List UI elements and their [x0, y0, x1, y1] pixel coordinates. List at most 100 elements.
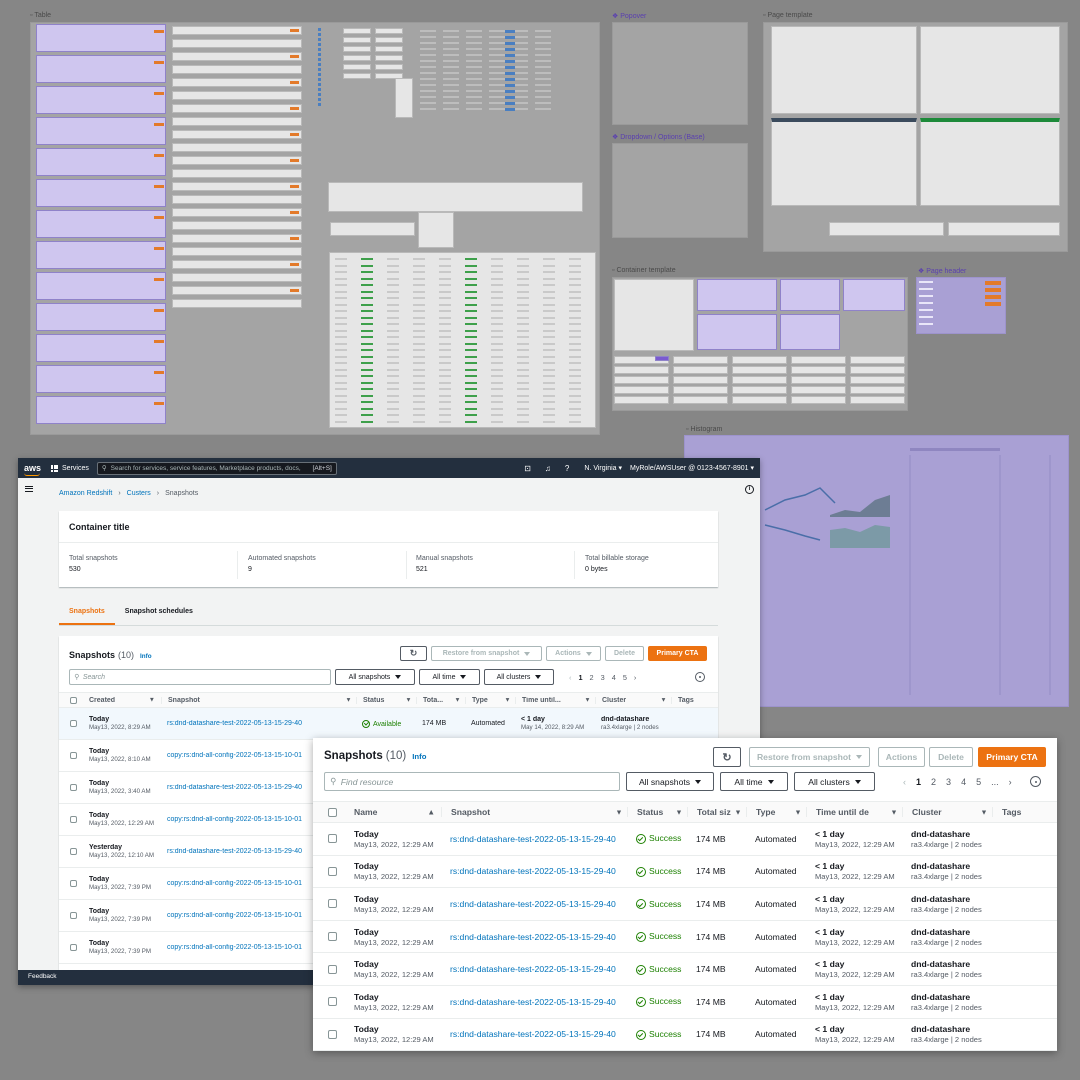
column-header-4[interactable]: Type ▾ — [465, 696, 515, 704]
select-all-checkbox[interactable] — [327, 807, 337, 817]
column-header-1[interactable]: Snapshot ▾ — [161, 696, 356, 704]
snapshot-link[interactable]: rs:dnd-datashare-test-2022-05-13-15-29-4… — [167, 848, 302, 855]
row-checkbox[interactable] — [327, 899, 337, 909]
filter-select-2[interactable]: All clusters — [484, 669, 554, 685]
table-row[interactable]: Today May13, 2022, 12:29 AM rs:dnd-datasha… — [313, 856, 1057, 889]
actions-button[interactable]: Actions — [878, 747, 925, 767]
feedback-link[interactable]: Feedback — [28, 973, 57, 980]
chevron-right-icon[interactable]: › — [634, 673, 636, 682]
info-link[interactable]: Info — [412, 752, 426, 761]
page-4-button[interactable]: 4 — [961, 777, 966, 787]
column-header-1[interactable]: Snapshot ▾ — [441, 807, 627, 817]
snapshot-link[interactable]: rs:dnd-datashare-test-2022-05-13-15-29-4… — [167, 720, 302, 727]
row-checkbox[interactable] — [327, 964, 337, 974]
page-1-button[interactable]: 1 — [916, 777, 921, 787]
column-header-6[interactable]: Cluster ▾ — [595, 696, 671, 704]
refresh-button[interactable]: ↻ — [400, 646, 427, 661]
table-row[interactable]: Today May13, 2022, 12:29 AM rs:dnd-datasha… — [313, 986, 1057, 1019]
column-header-5[interactable]: Time until de ▾ — [806, 807, 902, 817]
snapshot-link[interactable]: copy:rs:dnd-all-config-2022-05-13-15-10-… — [167, 816, 302, 823]
chevron-left-icon[interactable]: ‹ — [569, 673, 571, 682]
page-2-button[interactable]: 2 — [590, 673, 594, 682]
terminal-icon[interactable]: ⊡ — [524, 464, 531, 473]
global-search[interactable]: ⚲ Search for services, service features,… — [96, 461, 337, 475]
filter-select-1[interactable]: All time — [419, 669, 480, 685]
row-checkbox[interactable] — [69, 912, 77, 919]
restore-button[interactable]: Restore from snapshot — [431, 646, 542, 661]
column-header-0[interactable]: Name ▲ — [345, 807, 441, 817]
table-row[interactable]: Today May13, 2022, 12:29 AM rs:dnd-datasha… — [313, 888, 1057, 921]
row-checkbox[interactable] — [69, 752, 77, 759]
row-checkbox[interactable] — [69, 816, 77, 823]
filter-select-2[interactable]: All clusters — [794, 772, 875, 791]
row-checkbox[interactable] — [327, 834, 337, 844]
snapshot-link[interactable]: rs:dnd-datashare-test-2022-05-13-15-29-4… — [450, 964, 616, 974]
snapshot-link[interactable]: rs:dnd-datashare-test-2022-05-13-15-29-4… — [450, 997, 616, 1007]
column-header-3[interactable]: Tota... ▾ — [416, 696, 465, 704]
table-row[interactable]: Today May13, 2022, 12:29 AM rs:dnd-datasha… — [313, 823, 1057, 856]
snapshot-link[interactable]: rs:dnd-datashare-test-2022-05-13-15-29-4… — [450, 899, 616, 909]
page-1-button[interactable]: 1 — [578, 673, 582, 682]
hamburger-icon[interactable] — [25, 486, 33, 492]
services-menu[interactable]: Services — [51, 464, 89, 472]
row-checkbox[interactable] — [69, 848, 77, 855]
filter-select-1[interactable]: All time — [720, 772, 788, 791]
page-2-button[interactable]: 2 — [931, 777, 936, 787]
account-menu[interactable]: MyRole/AWSUser @ 0123-4567-8901 ▾ — [630, 464, 754, 472]
gear-icon[interactable] — [1030, 776, 1041, 787]
column-header-0[interactable]: Created ▼ — [83, 697, 161, 704]
actions-button[interactable]: Actions — [546, 646, 601, 661]
snapshot-link[interactable]: rs:dnd-datashare-test-2022-05-13-15-29-4… — [450, 834, 616, 844]
column-header-2[interactable]: Status ▾ — [627, 807, 687, 817]
snapshot-link[interactable]: copy:rs:dnd-all-config-2022-05-13-15-10-… — [167, 912, 302, 919]
row-checkbox[interactable] — [327, 866, 337, 876]
info-link[interactable]: Info — [140, 653, 152, 660]
table-row[interactable]: Today May13, 2022, 12:29 AM rs:dnd-datasha… — [313, 953, 1057, 986]
row-checkbox[interactable] — [327, 1029, 337, 1039]
breadcrumb-clusters[interactable]: Custers — [127, 490, 151, 497]
primary-cta-button[interactable]: Primary CTA — [648, 646, 707, 661]
primary-cta-button[interactable]: Primary CTA — [978, 747, 1046, 767]
help-icon[interactable]: ? — [565, 464, 569, 473]
snapshot-link[interactable]: rs:dnd-datashare-test-2022-05-13-15-29-4… — [167, 784, 302, 791]
row-checkbox[interactable] — [69, 880, 77, 887]
table-row[interactable]: Today May13, 2022, 12:29 AM rs:dnd-datasha… — [313, 1019, 1057, 1051]
column-header-2[interactable]: Status ▾ — [356, 696, 416, 704]
filter-select-0[interactable]: All snapshots — [626, 772, 714, 791]
column-header-6[interactable]: Cluster ▾ — [902, 807, 992, 817]
restore-button[interactable]: Restore from snapshot — [749, 747, 870, 767]
search-input[interactable]: ⚲ Search — [69, 669, 331, 685]
snapshot-link[interactable]: copy:rs:dnd-all-config-2022-05-13-15-10-… — [167, 880, 302, 887]
column-header-5[interactable]: Time until... ▾ — [515, 696, 595, 704]
tab-snapshot-schedules[interactable]: Snapshot schedules — [115, 601, 203, 625]
snapshot-link[interactable]: rs:dnd-datashare-test-2022-05-13-15-29-4… — [450, 932, 616, 942]
column-header-7[interactable]: Tags — [671, 696, 711, 704]
bell-icon[interactable]: ♫ — [545, 464, 551, 473]
page-5-button[interactable]: 5 — [976, 777, 981, 787]
column-header-3[interactable]: Total siz ▾ — [687, 807, 746, 817]
table-row[interactable]: Today May13, 2022, 8:29 AM rs:dnd-datashar… — [59, 708, 718, 740]
page-5-button[interactable]: 5 — [623, 673, 627, 682]
snapshot-link[interactable]: rs:dnd-datashare-test-2022-05-13-15-29-4… — [450, 866, 616, 876]
delete-button[interactable]: Delete — [605, 646, 644, 661]
page-4-button[interactable]: 4 — [612, 673, 616, 682]
column-header-4[interactable]: Type ▾ — [746, 807, 806, 817]
chevron-right-icon[interactable]: › — [1009, 777, 1012, 787]
snapshot-link[interactable]: copy:rs:dnd-all-config-2022-05-13-15-10-… — [167, 944, 302, 951]
info-panel-icon[interactable]: i — [745, 485, 754, 494]
snapshot-link[interactable]: copy:rs:dnd-all-config-2022-05-13-15-10-… — [167, 752, 302, 759]
gear-icon[interactable] — [695, 672, 705, 682]
row-checkbox[interactable] — [327, 997, 337, 1007]
page-3-button[interactable]: 3 — [601, 673, 605, 682]
page-3-button[interactable]: 3 — [946, 777, 951, 787]
chevron-left-icon[interactable]: ‹ — [903, 777, 906, 787]
select-all-checkbox[interactable] — [69, 696, 77, 704]
tab-snapshots[interactable]: Snapshots — [59, 601, 115, 625]
row-checkbox[interactable] — [69, 784, 77, 791]
row-checkbox[interactable] — [69, 944, 77, 951]
breadcrumb-redshift[interactable]: Amazon Redshift — [59, 490, 112, 497]
refresh-button[interactable]: ↻ — [713, 747, 741, 767]
region-selector[interactable]: N. Virginia ▾ — [584, 464, 622, 472]
filter-select-0[interactable]: All snapshots — [335, 669, 415, 685]
row-checkbox[interactable] — [327, 932, 337, 942]
